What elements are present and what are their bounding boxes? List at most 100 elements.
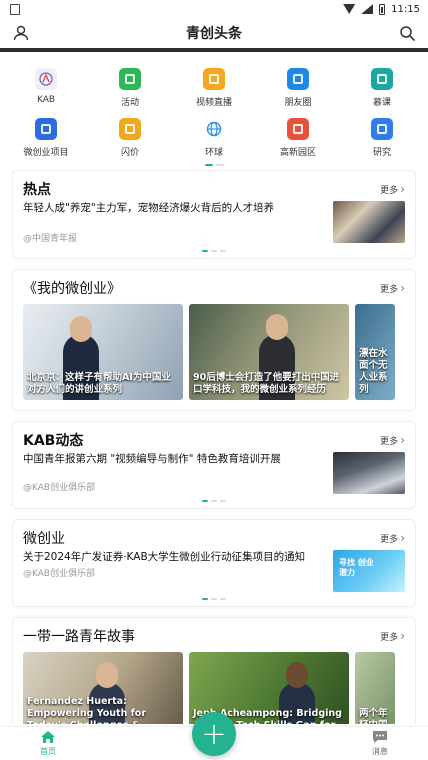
video-caption: 90后博士会打造了他要打出中国进口学科技，我的微创业系列经历	[193, 372, 340, 395]
status-bar: 11:15	[0, 0, 428, 18]
mooc-screen-icon	[371, 68, 393, 90]
video-caption: Fernandez Huerta: Empowering Youth for T…	[27, 696, 147, 724]
video-caption: 漂在水面个无人业系列	[359, 348, 388, 395]
video-caption: 北京京：这样子有帮助AI为中国业对方人们的讲创业系列	[27, 372, 171, 395]
category-item[interactable]: 高新园区	[256, 116, 340, 160]
nav-home-label: 首页	[40, 747, 56, 756]
news-thumbnail: 寻找 创业潜力	[333, 550, 405, 592]
nav-messages-label: 消息	[372, 747, 388, 756]
category-item[interactable]: 朋友圈	[256, 66, 340, 110]
category-label: 慕课	[372, 98, 391, 108]
video-tile[interactable]: 两个年轻中国创业	[355, 652, 395, 724]
section-title: 一带一路青年故事	[23, 629, 135, 645]
home-icon	[41, 731, 55, 743]
chevron-right-icon: ›	[400, 531, 405, 545]
server-stack-icon	[35, 118, 57, 140]
video-tile[interactable]: Fernandez Huerta: Empowering Youth for T…	[23, 652, 183, 724]
news-item[interactable]: 中国青年报第六期 "视频编导与制作" 特色教育培训开展 @KAB创业俱乐部	[23, 452, 405, 494]
category-item[interactable]: 慕课	[340, 66, 424, 110]
chevron-right-icon: ›	[400, 281, 405, 295]
category-item[interactable]: 活动	[88, 66, 172, 110]
category-label: 高新园区	[279, 148, 316, 158]
category-item[interactable]: 视频直播	[172, 66, 256, 110]
money-bag-icon	[119, 118, 141, 140]
cell-signal-icon	[361, 4, 374, 14]
news-title: 中国青年报第六期 "视频编导与制作" 特色教育培训开展	[23, 453, 281, 465]
video-tile[interactable]: 90后博士会打造了他要打出中国进口学科技，我的微创业系列经历	[189, 304, 349, 400]
kab-news-section: KAB动态 更多 › 中国青年报第六期 "视频编导与制作" 特色教育培训开展 @K…	[12, 421, 416, 509]
chevron-right-icon: ›	[400, 629, 405, 643]
news-item[interactable]: 年轻人成"养宠"主力军，宠物经济爆火背后的人才培养 @中国青年报	[23, 201, 405, 244]
news-source: @中国青年报	[23, 234, 78, 244]
nav-messages[interactable]: 消息	[372, 730, 388, 757]
video-camera-icon	[203, 68, 225, 90]
chevron-right-icon: ›	[400, 182, 405, 196]
status-left	[10, 3, 20, 15]
category-item[interactable]: 微创业项目	[4, 116, 88, 160]
category-item[interactable]: 环球	[172, 116, 256, 160]
video-tile[interactable]: 北京京：这样子有帮助AI为中国业对方人们的讲创业系列	[23, 304, 183, 400]
create-button[interactable]: +	[192, 712, 236, 756]
status-right: 11:15	[343, 3, 420, 15]
search-icon[interactable]	[398, 24, 416, 42]
category-item[interactable]: 研究	[340, 116, 424, 160]
video-caption: 两个年轻中国创业	[359, 708, 388, 724]
section-title: KAB动态	[23, 433, 84, 449]
carousel-dots	[23, 494, 405, 508]
wifi-icon	[343, 4, 356, 14]
gift-icon	[119, 68, 141, 90]
news-title: 年轻人成"养宠"主力军，宠物经济爆火背后的人才培养	[23, 202, 275, 214]
news-title: 关于2024年广发证券·KAB大学生微创业行动征集项目的通知	[23, 551, 306, 563]
grid-pager	[0, 164, 428, 166]
section-title: 《我的微创业》	[23, 281, 121, 297]
news-source: @KAB创业俱乐部	[23, 569, 96, 579]
category-label: 视频直播	[195, 98, 232, 108]
hot-section: 热点 更多 › 年轻人成"养宠"主力军，宠物经济爆火背后的人才培养 @中国青年报	[12, 170, 416, 259]
section-title: 微创业	[23, 531, 65, 547]
kab-logo-icon	[35, 68, 57, 90]
carousel-dots	[23, 244, 405, 258]
category-label: 闪价	[120, 148, 139, 158]
category-label: 活动	[120, 98, 139, 108]
more-link[interactable]: 更多 ›	[380, 182, 405, 196]
more-link[interactable]: 更多 ›	[380, 531, 405, 545]
category-label: 研究	[372, 148, 391, 158]
park-building-icon	[287, 118, 309, 140]
app-header: 青创头条	[0, 18, 428, 48]
thumbnail-text: 寻找 创业潜力	[339, 558, 374, 577]
section-title: 热点	[23, 182, 51, 198]
research-card-icon	[371, 118, 393, 140]
nav-home[interactable]: 首页	[40, 730, 56, 757]
chevron-right-icon: ›	[400, 433, 405, 447]
news-thumbnail	[333, 452, 405, 494]
header-divider	[0, 48, 428, 52]
video-tile[interactable]: 漂在水面个无人业系列	[355, 304, 395, 400]
profile-icon[interactable]	[12, 24, 30, 42]
category-label: 环球	[204, 148, 223, 158]
category-label: 朋友圈	[284, 98, 312, 108]
category-item[interactable]: 闪价	[88, 116, 172, 160]
battery-icon	[379, 3, 386, 15]
news-source: @KAB创业俱乐部	[23, 483, 96, 493]
plus-icon: +	[201, 716, 227, 752]
news-feed[interactable]: 热点 更多 › 年轻人成"养宠"主力军，宠物经济爆火背后的人才培养 @中国青年报 …	[12, 170, 416, 724]
more-link[interactable]: 更多 ›	[380, 433, 405, 447]
more-link[interactable]: 更多 ›	[380, 281, 405, 295]
category-label: KAB	[36, 95, 56, 105]
status-time: 11:15	[391, 3, 420, 15]
category-label: 微创业项目	[23, 148, 69, 158]
category-grid: KAB 活动 视频直播 朋友圈 慕课微创业项目 闪价 环球 高新园区 研究	[0, 62, 428, 160]
micro-startup-section: 微创业 更多 › 关于2024年广发证券·KAB大学生微创业行动征集项目的通知 @…	[12, 519, 416, 607]
news-item[interactable]: 关于2024年广发证券·KAB大学生微创业行动征集项目的通知 @KAB创业俱乐部…	[23, 550, 405, 592]
message-icon	[373, 731, 387, 743]
news-thumbnail	[333, 201, 405, 243]
page-title: 青创头条	[186, 26, 242, 42]
sim-card-icon	[10, 3, 20, 15]
carousel-dots	[23, 592, 405, 606]
pinwheel-icon	[287, 68, 309, 90]
my-startup-section: 《我的微创业》 更多 › 北京京：这样子有帮助AI为中国业对方人们的讲创业系列 9…	[12, 269, 416, 411]
globe-icon	[203, 118, 225, 140]
category-item[interactable]: KAB	[4, 66, 88, 110]
more-link[interactable]: 更多 ›	[380, 629, 405, 643]
video-strip: 北京京：这样子有帮助AI为中国业对方人们的讲创业系列 90后博士会打造了他要打出…	[23, 304, 415, 410]
